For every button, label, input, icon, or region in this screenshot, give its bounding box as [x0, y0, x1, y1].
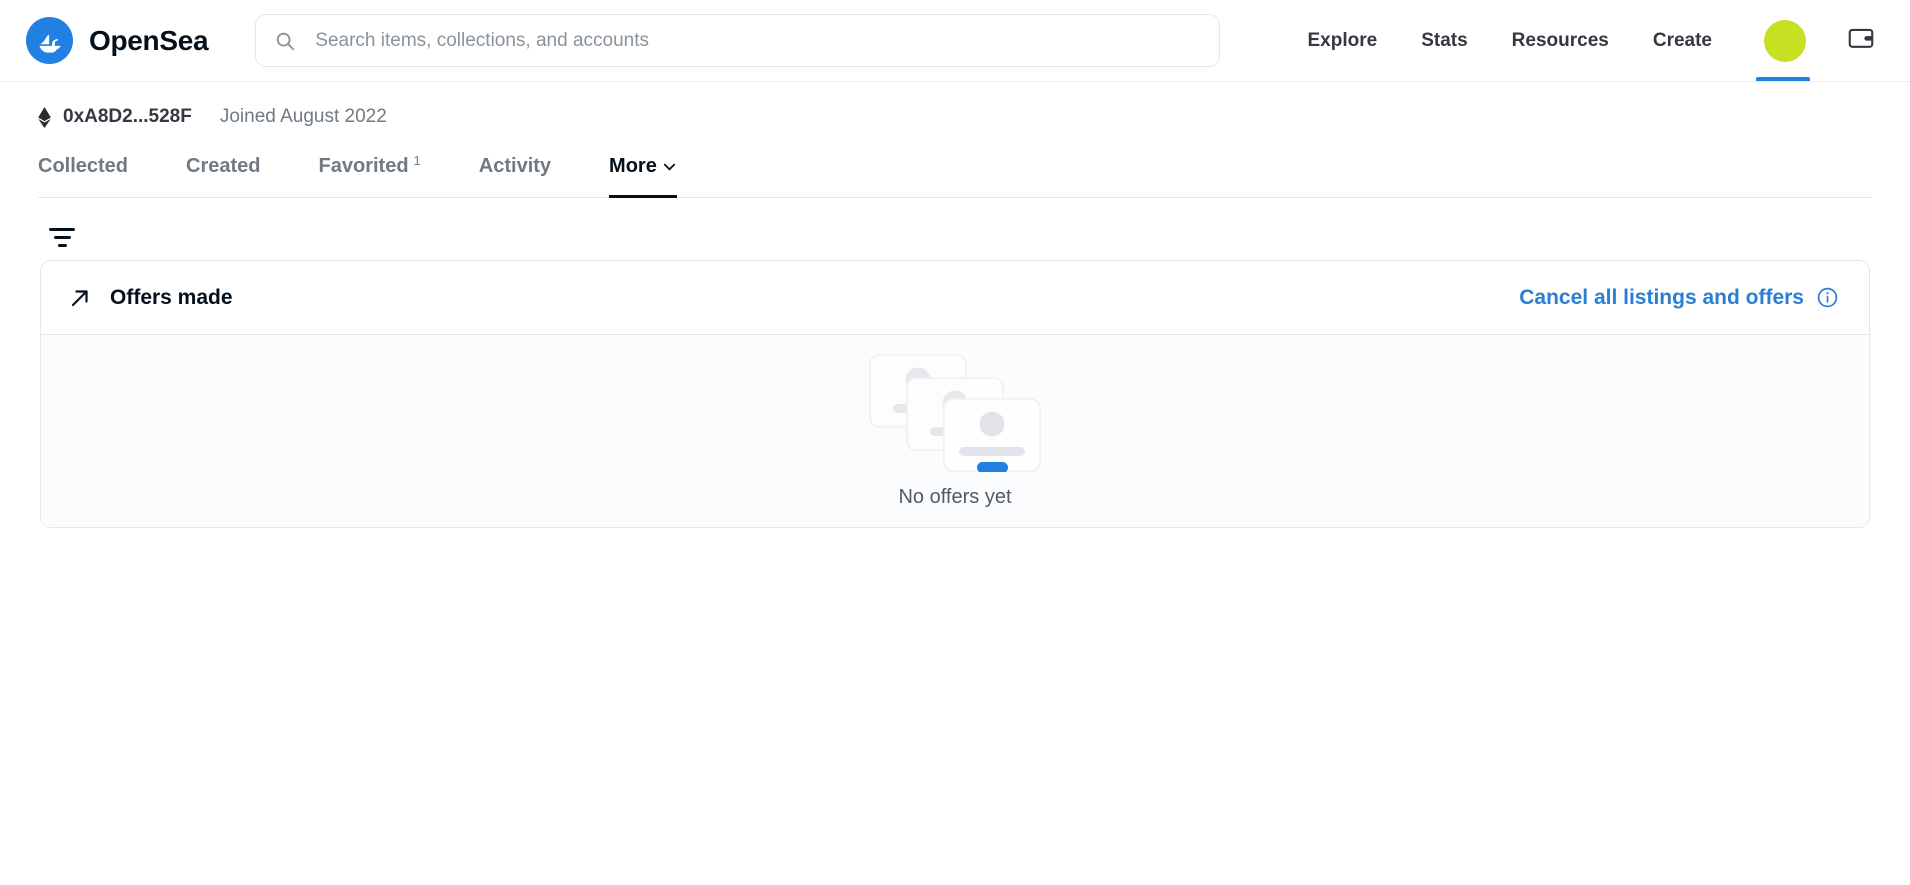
nav-links-group: Explore Stats Resources Create [1286, 0, 1889, 81]
filter-bar-bottom [57, 243, 67, 247]
offers-card-header: Offers made Cancel all listings and offe… [41, 261, 1869, 335]
tab-label: Activity [478, 155, 552, 177]
tab-label: Favorited [318, 155, 409, 177]
opensea-ship-logo-icon [26, 17, 73, 64]
search-bar[interactable] [255, 14, 1221, 67]
filter-bar-middle [53, 235, 71, 239]
nav-link-create[interactable]: Create [1631, 30, 1734, 52]
nav-link-stats[interactable]: Stats [1399, 30, 1489, 52]
avatar [1764, 19, 1806, 62]
filter-bar-top [49, 227, 75, 231]
account-avatar-button[interactable] [1734, 0, 1832, 81]
cancel-link-label: Cancel all listings and offers [1519, 285, 1804, 309]
tab-more[interactable]: More [609, 155, 677, 198]
nav-link-resources[interactable]: Resources [1490, 30, 1631, 52]
tab-badge-count: 1 [413, 153, 421, 168]
filter-icon[interactable] [47, 224, 77, 250]
joined-date: Joined August 2022 [219, 106, 387, 127]
stacked-cards-illustration [869, 353, 1041, 473]
ethereum-icon [38, 106, 51, 128]
brand-home-link[interactable]: OpenSea [26, 17, 209, 64]
empty-state-text: No offers yet [898, 485, 1012, 508]
profile-meta-row: 0xA8D2...528F Joined August 2022 [0, 82, 1910, 128]
brand-name: OpenSea [89, 24, 209, 56]
arrow-up-right-icon [68, 286, 92, 310]
top-navigation-bar: OpenSea Explore Stats Resources Create [0, 0, 1910, 82]
nav-link-explore[interactable]: Explore [1286, 30, 1400, 52]
tab-label: Collected [38, 155, 129, 177]
active-tab-indicator [1756, 77, 1810, 81]
tab-favorited[interactable]: Favorited 1 [318, 153, 421, 197]
tab-created[interactable]: Created [186, 155, 260, 197]
wallet-address[interactable]: 0xA8D2...528F [63, 106, 192, 128]
search-icon [274, 30, 296, 52]
filter-toolbar [0, 198, 1910, 260]
wallet-button[interactable] [1832, 0, 1888, 81]
wallet-icon [1846, 23, 1876, 58]
info-circle-icon[interactable] [1816, 286, 1839, 309]
tab-label: Created [186, 155, 261, 177]
cancel-all-listings-and-offers-link[interactable]: Cancel all listings and offers [1519, 286, 1839, 310]
tab-collected[interactable]: Collected [38, 155, 128, 197]
offers-card-title: Offers made [110, 285, 233, 309]
offers-empty-state: No offers yet [41, 335, 1869, 527]
tab-activity[interactable]: Activity [479, 155, 551, 197]
profile-tabs: Collected Created Favorited 1 Activity M… [38, 150, 1872, 198]
search-input[interactable] [313, 28, 1202, 53]
offers-title-group: Offers made [68, 286, 233, 310]
tab-label: More [609, 155, 657, 177]
chevron-down-icon [662, 157, 677, 172]
offers-made-card: Offers made Cancel all listings and offe… [40, 260, 1870, 528]
